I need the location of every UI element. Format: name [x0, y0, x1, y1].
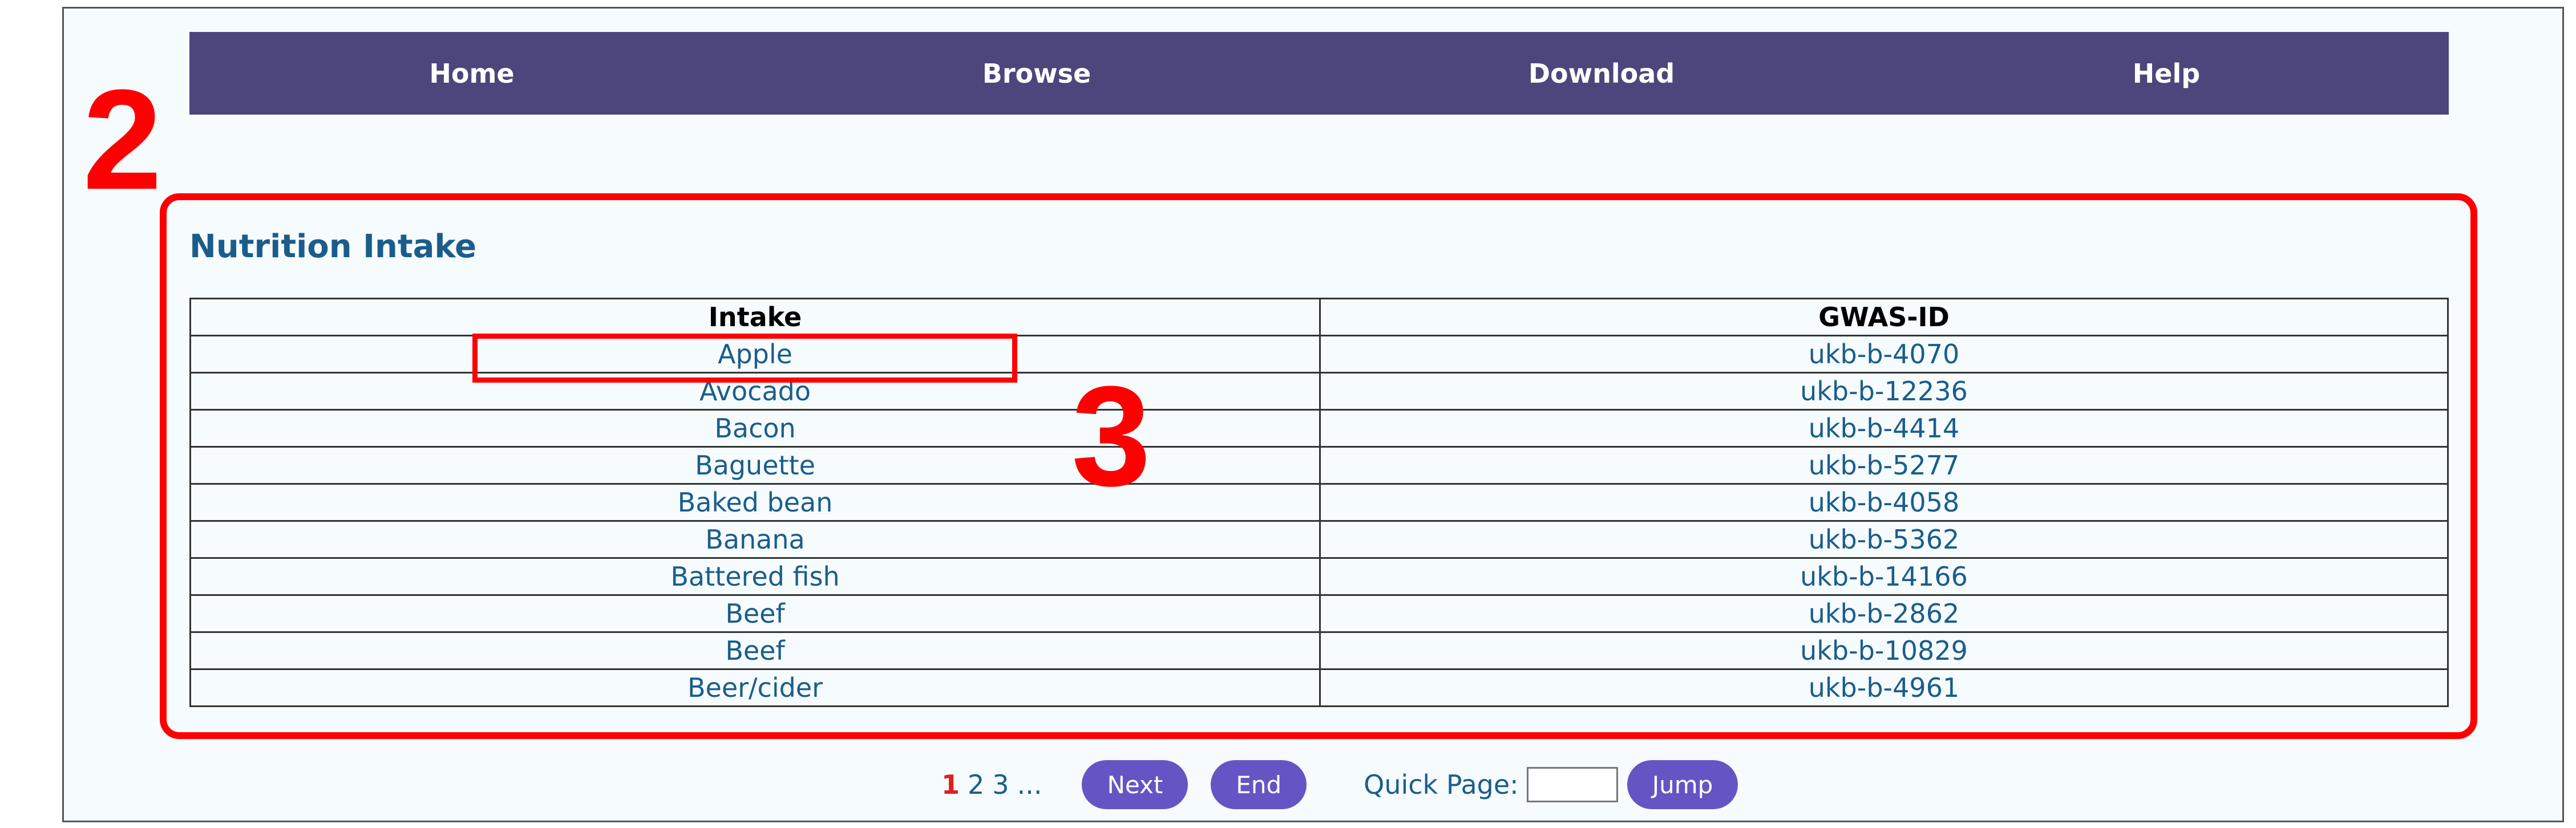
gwas-id-link[interactable]: ukb-b-10829: [1319, 631, 2449, 670]
top-navbar: Home Browse Download Help: [189, 32, 2449, 115]
column-header-gwas-id: GWAS-ID: [1319, 298, 2449, 336]
intake-link[interactable]: Banana: [189, 520, 1321, 559]
table-header-row: Intake GWAS-ID: [189, 298, 2449, 336]
end-button[interactable]: End: [1211, 760, 1307, 809]
nav-home-link[interactable]: Home: [189, 58, 754, 89]
table-row: Bacon ukb-b-4414: [189, 409, 2449, 448]
gwas-id-link[interactable]: ukb-b-4070: [1319, 335, 2449, 374]
table-row: Baked bean ukb-b-4058: [189, 483, 2449, 522]
gwas-id-link[interactable]: ukb-b-14166: [1319, 557, 2449, 596]
next-button[interactable]: Next: [1082, 760, 1188, 809]
column-header-intake: Intake: [189, 298, 1321, 336]
table-row: Beef ukb-b-10829: [189, 631, 2449, 670]
nav-browse-link[interactable]: Browse: [754, 58, 1319, 89]
jump-button[interactable]: Jump: [1627, 760, 1738, 809]
gwas-id-link[interactable]: ukb-b-2862: [1319, 594, 2449, 633]
table-row: Battered fish ukb-b-14166: [189, 557, 2449, 596]
gwas-id-link[interactable]: ukb-b-4058: [1319, 483, 2449, 522]
table-row: Baguette ukb-b-5277: [189, 446, 2449, 485]
gwas-id-link[interactable]: ukb-b-5362: [1319, 520, 2449, 559]
gwas-id-link[interactable]: ukb-b-12236: [1319, 372, 2449, 411]
annotation-box-apple: [472, 334, 1017, 383]
quick-page-label: Quick Page:: [1364, 769, 1519, 800]
table-row: Banana ukb-b-5362: [189, 520, 2449, 559]
page-link-1[interactable]: 1: [941, 769, 960, 800]
gwas-id-link[interactable]: ukb-b-4961: [1319, 668, 2449, 707]
page-link-3[interactable]: 3: [992, 769, 1009, 800]
nav-download-link[interactable]: Download: [1319, 58, 1884, 89]
intake-link[interactable]: Beer/cider: [189, 668, 1321, 707]
quick-page-input[interactable]: [1526, 767, 1618, 802]
page-link-2[interactable]: 2: [968, 769, 984, 800]
table-row: Beef ukb-b-2862: [189, 594, 2449, 633]
table-row: Beer/cider ukb-b-4961: [189, 668, 2449, 707]
intake-link[interactable]: Battered fish: [189, 557, 1321, 596]
gwas-id-link[interactable]: ukb-b-5277: [1319, 446, 2449, 485]
gwas-id-link[interactable]: ukb-b-4414: [1319, 409, 2449, 448]
page-ellipsis-link[interactable]: ...: [1017, 769, 1042, 800]
intake-link[interactable]: Beef: [189, 631, 1321, 670]
nav-help-link[interactable]: Help: [1884, 58, 2449, 89]
annotation-label-3: 3: [1071, 356, 1151, 516]
intake-link[interactable]: Beef: [189, 594, 1321, 633]
section-title: Nutrition Intake: [189, 228, 477, 265]
annotation-label-2: 2: [83, 60, 163, 219]
pagination: 1 2 3 ... Next End Quick Page: Jump: [941, 760, 1738, 809]
